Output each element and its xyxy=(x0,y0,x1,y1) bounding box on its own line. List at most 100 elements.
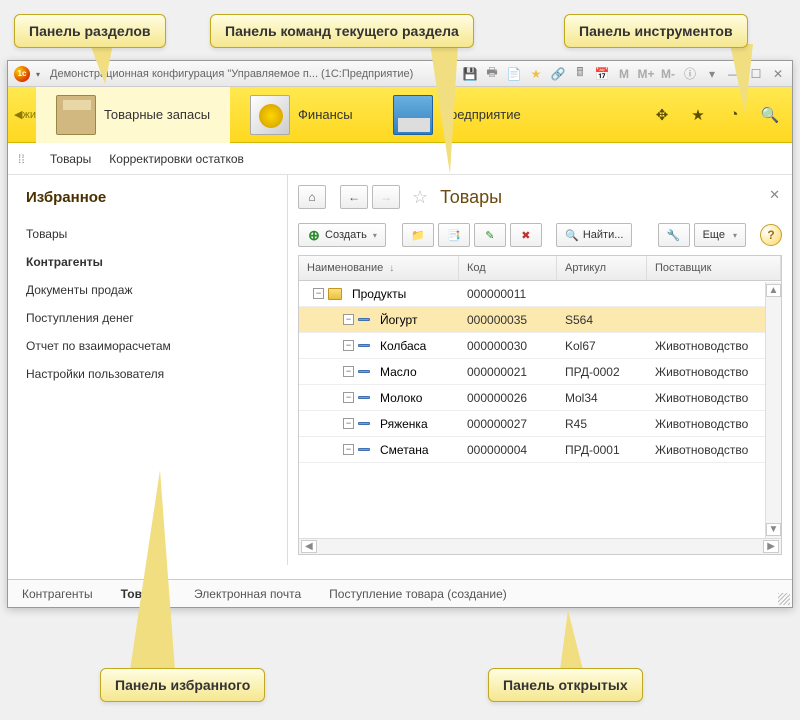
tool-search-icon[interactable]: 🔍 xyxy=(760,105,780,125)
tb-m[interactable]: M xyxy=(616,66,632,82)
more-button[interactable]: Еще▾ xyxy=(694,223,746,247)
tb-m-plus[interactable]: M+ xyxy=(638,66,654,82)
col-header-name[interactable]: Наименование↓ xyxy=(299,256,459,280)
table-row[interactable]: − Ряженка 000000027R45Животноводство xyxy=(299,411,781,437)
open-tab[interactable]: Поступление товара (создание) xyxy=(329,587,507,601)
favorites-item[interactable]: Отчет по взаиморасчетам xyxy=(26,332,269,360)
col-header-article[interactable]: Артикул xyxy=(557,256,647,280)
favorites-item[interactable]: Документы продаж xyxy=(26,276,269,304)
table-row[interactable]: − Сметана 000000004ПРД-0001Животноводство xyxy=(299,437,781,463)
help-button[interactable]: ? xyxy=(760,224,782,246)
tb-m-minus[interactable]: M- xyxy=(660,66,676,82)
titlebar-dropdown-icon[interactable]: ▾ xyxy=(36,70,44,78)
open-panel: КонтрагентыТоварыЭлектронная почтаПоступ… xyxy=(8,579,792,607)
cell-supplier: Животноводство xyxy=(647,417,781,431)
item-icon xyxy=(358,370,370,373)
box-icon xyxy=(56,95,96,135)
cell-name: − Молоко xyxy=(299,391,459,405)
find-button[interactable]: 🔍Найти... xyxy=(556,223,633,247)
expand-icon[interactable]: − xyxy=(343,418,354,429)
tool-favorite-icon[interactable]: ★ xyxy=(688,105,708,125)
delete-button[interactable]: ✖ xyxy=(510,223,542,247)
expand-icon[interactable]: − xyxy=(343,444,354,455)
copy-button[interactable]: 📑 xyxy=(438,223,470,247)
list-toolbar: ⊕Создать▾ 📁 📑 ✎ ✖ 🔍Найти... 🔧 Еще▾ ? xyxy=(298,223,782,247)
row-name: Масло xyxy=(380,365,417,379)
create-folder-button[interactable]: 📁 xyxy=(402,223,434,247)
cell-article: S564 xyxy=(557,313,647,327)
favorites-item[interactable]: Поступления денег xyxy=(26,304,269,332)
resize-grip[interactable] xyxy=(778,593,790,605)
cmd-link-corrections[interactable]: Корректировки остатков xyxy=(109,152,244,166)
table-row[interactable]: −Масло000000021ПРД-0002Животноводство xyxy=(299,359,781,385)
callout-sections: Панель разделов xyxy=(14,14,166,48)
open-tab[interactable]: Электронная почта xyxy=(194,587,301,601)
row-name: Сметана xyxy=(380,443,429,457)
tb-link-icon[interactable]: 🔗 xyxy=(550,66,566,82)
favorites-item[interactable]: Контрагенты xyxy=(26,248,269,276)
section-item-stock[interactable]: Товарные запасы xyxy=(36,87,230,143)
row-name: Ряженка xyxy=(380,417,428,431)
folder-plus-icon: 📁 xyxy=(411,228,425,242)
callout-tools: Панель инструментов xyxy=(564,14,748,48)
tb-star-icon[interactable]: ★ xyxy=(528,66,544,82)
favorites-item[interactable]: Настройки пользователя xyxy=(26,360,269,388)
section-scroll-left[interactable]: ◀ жи xyxy=(12,91,36,139)
expand-icon[interactable]: − xyxy=(313,288,324,299)
create-button[interactable]: ⊕Создать▾ xyxy=(298,223,386,247)
expand-icon[interactable]: − xyxy=(343,366,354,377)
pencil-icon: ✎ xyxy=(483,228,497,242)
tool-move-icon[interactable]: ✥ xyxy=(652,105,672,125)
table-row[interactable]: −Молоко000000026Mol34Животноводство xyxy=(299,385,781,411)
row-name: Молоко xyxy=(380,391,422,405)
tb-dd-icon[interactable]: ▾ xyxy=(704,66,720,82)
expand-icon[interactable]: − xyxy=(343,392,354,403)
tb-calc-icon[interactable]: 🖩 xyxy=(572,66,588,82)
col-header-supplier[interactable]: Поставщик xyxy=(647,256,781,280)
nav-forward-button[interactable]: → xyxy=(372,185,400,209)
settings-button[interactable]: 🔧 xyxy=(658,223,690,247)
callout-open: Панель открытых xyxy=(488,668,643,702)
cell-article: R45 xyxy=(557,417,647,431)
content-row: Избранное ТоварыКонтрагентыДокументы про… xyxy=(8,175,792,565)
item-icon xyxy=(358,318,370,321)
tb-doc-icon[interactable]: 📄 xyxy=(506,66,522,82)
row-name: Продукты xyxy=(352,287,406,301)
titlebar: 1c ▾ Демонстрационная конфигурация "Упра… xyxy=(8,61,792,87)
grip-icon[interactable]: ⁞⁞ xyxy=(18,152,32,166)
cell-code: 000000004 xyxy=(459,443,557,457)
open-tab[interactable]: Контрагенты xyxy=(22,587,93,601)
main-panel: ✕ ⌂ ← → ☆ Товары ⊕Создать▾ 📁 📑 ✎ ✖ 🔍Найт… xyxy=(288,175,792,565)
favorites-item[interactable]: Товары xyxy=(26,220,269,248)
horizontal-scrollbar[interactable]: ◀▶ xyxy=(299,538,781,554)
section-item-finance[interactable]: Финансы xyxy=(230,87,373,143)
wrench-icon: 🔧 xyxy=(667,228,681,242)
tb-calendar-icon[interactable]: 📅 xyxy=(594,66,610,82)
building-icon xyxy=(393,95,433,135)
tb-print-icon[interactable]: 🖶 xyxy=(484,66,500,82)
table-row[interactable]: −Йогурт000000035S564 xyxy=(299,307,781,333)
tb-save-icon[interactable]: 💾 xyxy=(462,66,478,82)
nav-back-button[interactable]: ← xyxy=(340,185,368,209)
cell-code: 000000027 xyxy=(459,417,557,431)
expand-icon[interactable]: − xyxy=(343,314,354,325)
edit-button[interactable]: ✎ xyxy=(474,223,506,247)
tb-info-icon[interactable]: ⓘ xyxy=(682,66,698,82)
cell-name: − Сметана xyxy=(299,443,459,457)
search-icon: 🔍 xyxy=(565,228,579,242)
nav-home-button[interactable]: ⌂ xyxy=(298,185,326,209)
cell-code: 000000011 xyxy=(459,287,557,301)
col-header-code[interactable]: Код xyxy=(459,256,557,280)
cell-article: ПРД-0002 xyxy=(557,365,647,379)
page-favorite-icon[interactable]: ☆ xyxy=(412,187,428,208)
table-row[interactable]: −Колбаса000000030Kol67Животноводство xyxy=(299,333,781,359)
window-close-icon[interactable]: ✕ xyxy=(770,66,786,82)
expand-icon[interactable]: − xyxy=(343,340,354,351)
grid-header: Наименование↓ Код Артикул Поставщик xyxy=(299,256,781,281)
cell-supplier: Животноводство xyxy=(647,443,781,457)
cmd-link-goods[interactable]: Товары xyxy=(50,152,91,166)
table-row[interactable]: − Продукты 000000011 xyxy=(299,281,781,307)
cell-article: ПРД-0001 xyxy=(557,443,647,457)
close-page-button[interactable]: ✕ xyxy=(769,187,780,203)
vertical-scrollbar[interactable]: ▲▼ xyxy=(765,282,781,538)
